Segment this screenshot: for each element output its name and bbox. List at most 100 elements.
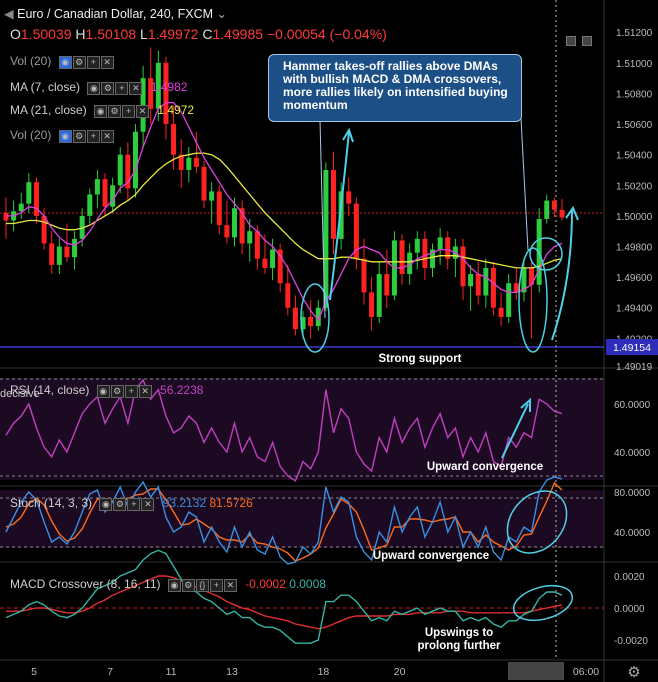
candle-body: [216, 191, 222, 226]
time-highlight-tag: [508, 662, 564, 680]
vol-indicator-1[interactable]: Vol (20) ◉ ⚙ + ✕: [10, 54, 119, 70]
collapse-pane-icon[interactable]: [582, 36, 592, 46]
scroll-down-icon[interactable]: [566, 36, 576, 46]
candle-body: [277, 249, 283, 284]
candle-body: [201, 166, 207, 201]
rsi-note: Upward convergence: [426, 461, 544, 473]
rsi-value: 56.2238: [160, 383, 204, 397]
close-label: C: [202, 26, 213, 42]
price-tick-label: 1.49600: [616, 273, 653, 284]
indicator-buttons[interactable]: ◉ ⚙ + ✕: [94, 103, 150, 119]
high-label: H: [75, 26, 86, 42]
candle-body: [110, 185, 116, 207]
time-tick-label: 20: [394, 666, 406, 678]
candle-body: [437, 237, 443, 250]
indicator-buttons[interactable]: ◉ ⚙ + ✕: [99, 496, 155, 512]
candle-body: [414, 238, 420, 253]
symbol-header: ◀ Euro / Canadian Dollar, 240, FXCM ⌄: [4, 6, 227, 21]
collapse-arrow-icon[interactable]: ◀: [4, 7, 14, 21]
price-tick-label: 1.51000: [616, 59, 653, 70]
macd-note: Upswings to prolong further: [417, 627, 501, 652]
price-tick-label: 1.49800: [616, 243, 653, 254]
candle-body: [475, 274, 481, 296]
candle-body: [308, 316, 314, 327]
indicator-buttons[interactable]: ◉ ⚙ + ✕: [96, 383, 153, 399]
chevron-down-icon[interactable]: ⌄: [217, 7, 227, 21]
candle-body: [186, 157, 192, 170]
candle-body: [422, 238, 428, 268]
vol-label: Vol (20): [10, 54, 52, 68]
macd-tick-label: -0.0020: [614, 636, 648, 647]
candle-body: [117, 154, 123, 186]
stoch-d-value: 81.5726: [209, 496, 253, 510]
analysis-callout: Hammer takes-off rallies above DMAs with…: [268, 54, 522, 122]
ma7-value: 1.4982: [150, 80, 188, 94]
rsi-side-text: decisive: [0, 388, 40, 400]
price-tick-label: 1.51200: [616, 28, 653, 39]
candle-body: [292, 307, 298, 330]
candle-body: [247, 231, 253, 244]
price-tick-label: 1.50400: [616, 151, 653, 162]
candle-body: [132, 131, 138, 189]
candle-body: [361, 258, 367, 293]
candle-body: [285, 283, 291, 308]
candle-body: [559, 209, 565, 218]
stoch-indicator[interactable]: Stoch (14, 3, 3) ◉ ⚙ + ✕ 93.2132 81.5726: [10, 496, 253, 512]
candle-body: [544, 200, 550, 219]
high-value: 1.50108: [85, 26, 137, 42]
candle-body: [346, 191, 352, 204]
candle-body: [193, 157, 199, 167]
macd-ellipse: [512, 584, 574, 622]
macd-indicator[interactable]: MACD Crossover (8, 16, 11) ◉ ⚙{} + ✕ -0.000…: [10, 577, 326, 593]
stoch-k-value: 93.2132: [162, 496, 207, 510]
macd-label: MACD Crossover (8, 16, 11): [10, 577, 161, 591]
candle-body: [3, 212, 9, 221]
rsi-tick-label: 40.0000: [614, 448, 651, 459]
macd-tick-label: 0.0000: [614, 604, 645, 615]
indicator-buttons[interactable]: ◉ ⚙ + ✕: [58, 128, 115, 144]
ma7-indicator[interactable]: MA (7, close) ◉ ⚙ + ✕ 1.4982: [10, 80, 188, 96]
candle-body: [94, 179, 100, 195]
candle-body: [209, 191, 215, 201]
symbol-title[interactable]: Euro / Canadian Dollar, 240, FXCM: [17, 7, 213, 21]
open-label: O: [10, 26, 21, 42]
vol-indicator-2[interactable]: Vol (20) ◉ ⚙ + ✕: [10, 128, 119, 144]
macd-tick-label: 0.0020: [614, 572, 645, 583]
time-tick-label: 11: [166, 666, 177, 678]
price-tick-label: 1.49019: [616, 362, 653, 373]
candle-body: [102, 179, 108, 207]
candle-body: [262, 258, 268, 268]
ma21-label: MA (21, close): [10, 103, 87, 117]
support-note: Strong support: [378, 353, 462, 365]
stoch-label: Stoch (14, 3, 3): [10, 496, 93, 510]
candle-body: [87, 194, 93, 216]
candle-body: [56, 246, 62, 265]
ma7-label: MA (7, close): [10, 80, 81, 94]
indicator-buttons[interactable]: ◉ ⚙ + ✕: [58, 54, 115, 70]
candle-body: [231, 208, 237, 238]
time-tick-label: 13: [226, 666, 238, 678]
settings-gear-icon[interactable]: ⚙: [627, 664, 640, 681]
indicator-axes: 60.0000 40.0000 80.0000 40.0000 0.0020 0.0000…: [614, 400, 651, 647]
current-price-label: 1.49154: [613, 342, 651, 354]
candle-body: [506, 283, 512, 317]
candle-body: [26, 182, 32, 204]
candle-body: [483, 267, 489, 296]
price-axis[interactable]: 1.51200 1.51000 1.50800 1.50600 1.50400 1.502…: [616, 28, 653, 373]
candle-body: [64, 246, 70, 258]
candle-body: [49, 243, 55, 265]
candle-body: [41, 215, 47, 244]
indicator-buttons[interactable]: ◉ ⚙ + ✕: [87, 80, 143, 96]
candle-body: [18, 203, 24, 212]
low-label: L: [140, 26, 148, 42]
price-tick-label: 1.50000: [616, 212, 653, 223]
candle-body: [171, 124, 177, 155]
indicator-buttons[interactable]: ◉ ⚙{} + ✕: [167, 577, 238, 593]
stoch-tick-label: 80.0000: [614, 488, 651, 499]
price-tick-label: 1.49400: [616, 304, 653, 315]
close-value: 1.49985: [212, 26, 264, 42]
ma21-value: 1.4972: [157, 103, 195, 117]
vol-label: Vol (20): [10, 128, 52, 142]
ma21-indicator[interactable]: MA (21, close) ◉ ⚙ + ✕ 1.4972: [10, 103, 195, 119]
candle-body: [331, 169, 337, 239]
